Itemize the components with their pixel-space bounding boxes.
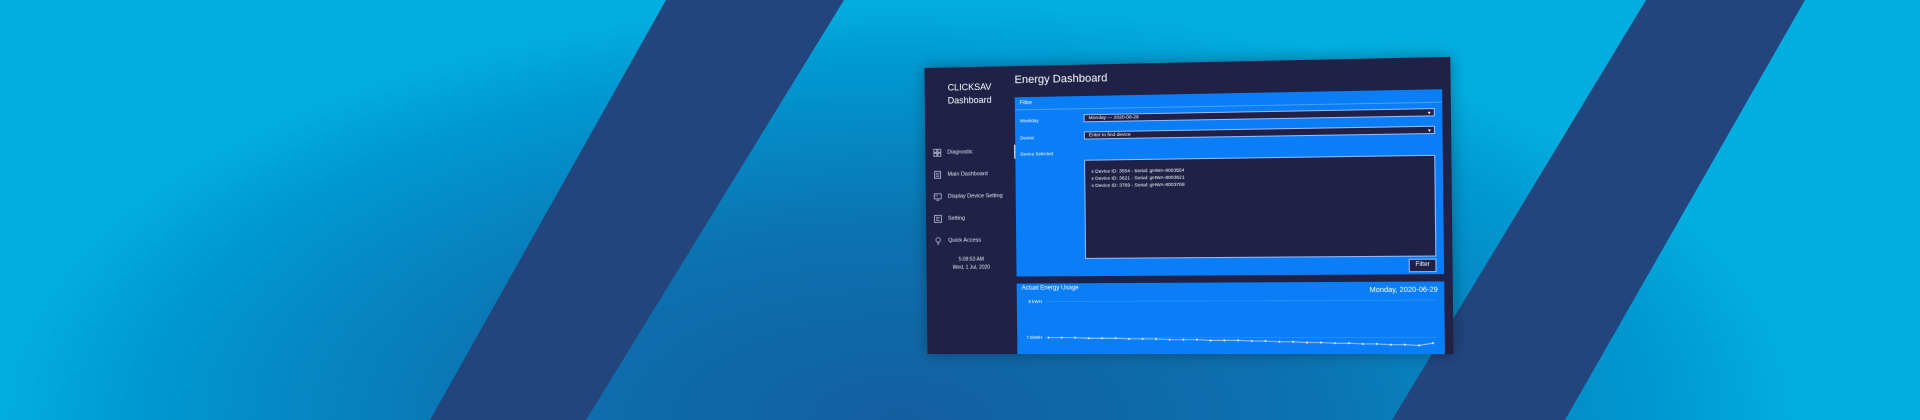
data-point[interactable] bbox=[1155, 337, 1158, 340]
brand: CLICKSAV Dashboard bbox=[925, 80, 1015, 108]
sidebar-item-label: Display Device Setting bbox=[947, 193, 1003, 200]
filter-card: Filter Weekday Monday --- 2020-06-29 ▾ D… bbox=[1014, 89, 1445, 277]
data-point[interactable] bbox=[1168, 338, 1171, 341]
data-point[interactable] bbox=[1403, 343, 1406, 346]
sidebar-item-label: Quick Access bbox=[948, 237, 982, 244]
sidebar-item-quick-access[interactable]: Quick Access bbox=[934, 229, 1016, 252]
caret-down-icon: ▾ bbox=[1428, 127, 1431, 135]
sidebar-item-main-dashboard[interactable]: Main Dashboard bbox=[933, 163, 1015, 186]
data-point[interactable] bbox=[1047, 336, 1050, 339]
device-placeholder: Enter to find device bbox=[1088, 132, 1131, 139]
filter-card-title: Filter bbox=[1019, 100, 1033, 107]
page-title: Energy Dashboard bbox=[1014, 72, 1108, 87]
brand-subtitle: Dashboard bbox=[947, 94, 992, 106]
data-point[interactable] bbox=[1389, 343, 1392, 346]
filter-button[interactable]: Filter bbox=[1408, 258, 1437, 273]
settings-panel-icon bbox=[934, 215, 942, 223]
data-point[interactable] bbox=[1333, 342, 1336, 345]
data-point[interactable] bbox=[1060, 336, 1063, 339]
data-point[interactable] bbox=[1417, 344, 1421, 347]
weekday-value: Monday --- 2020-06-29 bbox=[1088, 115, 1139, 122]
y-tick-label: 8 kWH bbox=[1028, 299, 1042, 304]
lightbulb-icon bbox=[934, 237, 942, 245]
data-point[interactable] bbox=[1375, 342, 1378, 345]
weekday-select[interactable]: Monday --- 2020-06-29 ▾ bbox=[1083, 108, 1435, 123]
display-icon bbox=[934, 193, 942, 201]
sidebar-nav: Diagnostic Main Dashboard Display Device… bbox=[933, 141, 1016, 252]
device-selected-label: Device Selected bbox=[1020, 151, 1054, 157]
energy-chart-card: Actual Energy Usage Monday, 2020-06-29 8… bbox=[1016, 281, 1445, 355]
data-point[interactable] bbox=[1306, 341, 1309, 344]
data-point[interactable] bbox=[1141, 337, 1144, 340]
data-point[interactable] bbox=[1223, 339, 1226, 342]
device-selected-list[interactable]: x Device ID: 3554 - Serial: gHWA-8003554… bbox=[1084, 154, 1437, 259]
sidebar-item-diagnostic[interactable]: Diagnostic bbox=[933, 141, 1015, 164]
chevron-down-icon: ▾ bbox=[1427, 110, 1431, 117]
sidebar: CLICKSAV Dashboard Diagnostic Main Dashb… bbox=[924, 66, 1018, 355]
data-point[interactable] bbox=[1361, 342, 1364, 345]
data-point[interactable] bbox=[1182, 338, 1185, 341]
series-line bbox=[1048, 337, 1433, 345]
document-icon bbox=[934, 171, 942, 179]
data-point[interactable] bbox=[1347, 342, 1350, 345]
sidebar-item-label: Main Dashboard bbox=[947, 171, 988, 178]
data-point[interactable] bbox=[1074, 336, 1077, 339]
data-point[interactable] bbox=[1195, 338, 1199, 341]
y-tick-label: 7.5kWH bbox=[1026, 335, 1042, 340]
data-point[interactable] bbox=[1292, 340, 1295, 343]
data-point[interactable] bbox=[1250, 340, 1253, 343]
data-point[interactable] bbox=[1128, 337, 1131, 340]
sidebar-item-setting[interactable]: Setting bbox=[934, 207, 1016, 230]
sidebar-item-label: Setting bbox=[947, 215, 966, 222]
data-point[interactable] bbox=[1236, 339, 1240, 342]
data-point[interactable] bbox=[1431, 342, 1435, 345]
clock: 5:08:53 AM Wed, 1 Jul, 2020 bbox=[926, 255, 1016, 272]
clock-date: Wed, 1 Jul, 2020 bbox=[952, 264, 991, 271]
data-point[interactable] bbox=[1264, 340, 1267, 343]
main-content: Energy Dashboard Filter Weekday Monday -… bbox=[1014, 56, 1454, 355]
dashboard-screen: CLICKSAV Dashboard Diagnostic Main Dashb… bbox=[924, 56, 1454, 355]
data-point[interactable] bbox=[1278, 340, 1281, 343]
grid-icon bbox=[933, 149, 941, 157]
data-point[interactable] bbox=[1319, 341, 1323, 344]
weekday-label: Weekday bbox=[1019, 118, 1039, 124]
screen-stage: CLICKSAV Dashboard Diagnostic Main Dashb… bbox=[0, 0, 1920, 420]
device-label: Device bbox=[1020, 135, 1035, 141]
data-point[interactable] bbox=[1209, 339, 1212, 342]
grid-line bbox=[1045, 300, 1436, 301]
chart-title: Actual Energy Usage bbox=[1021, 285, 1079, 292]
sidebar-item-display-device-setting[interactable]: Display Device Setting bbox=[934, 185, 1016, 208]
energy-line-chart: 8 kWH 7.5kWH bbox=[1026, 299, 1445, 354]
device-search-select[interactable]: Enter to find device ▾ bbox=[1083, 125, 1436, 140]
sidebar-item-label: Diagnostic bbox=[947, 149, 973, 156]
